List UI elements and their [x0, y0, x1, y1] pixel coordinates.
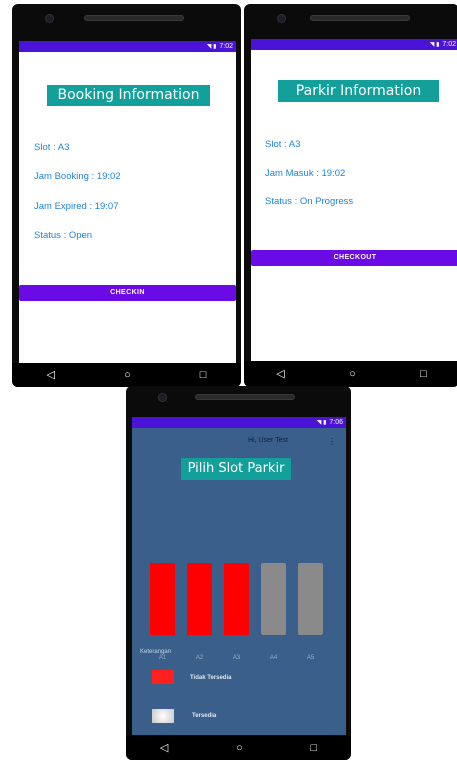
- legend-unavailable-swatch: [152, 670, 174, 684]
- nav-bar: ◁ ○ □: [244, 361, 457, 387]
- clock: 7:02: [442, 41, 456, 48]
- page-title: Booking Information: [47, 85, 210, 106]
- slot-label: A3: [232, 655, 241, 661]
- nav-bar: ◁ ○ □: [126, 736, 351, 760]
- slot-a5[interactable]: [298, 563, 323, 635]
- signal-battery-icon: ◥ ▮: [429, 42, 440, 48]
- overflow-menu-icon[interactable]: ⋮: [328, 437, 336, 446]
- earpiece-speaker: [310, 15, 410, 21]
- phone-slots: ◥ ▮ 7:06 Hi, User Test ⋮ Pilih Slot Parki…: [126, 386, 351, 760]
- screen-booking: ◥ ▮ 7:02 Booking Information Slot : A3 Ja…: [19, 41, 236, 363]
- earpiece-speaker: [195, 394, 295, 400]
- recents-icon[interactable]: □: [310, 742, 317, 754]
- checkin-button[interactable]: CHECKIN: [19, 285, 236, 301]
- status-text: Status : On Progress: [265, 196, 354, 207]
- page-title: Pilih Slot Parkir: [181, 458, 291, 480]
- signal-battery-icon: ◥ ▮: [316, 420, 327, 426]
- home-icon[interactable]: ○: [349, 368, 356, 380]
- status-bar: ◥ ▮ 7:02: [251, 39, 457, 50]
- back-icon[interactable]: ◁: [47, 369, 55, 381]
- slot-a4[interactable]: [261, 563, 286, 635]
- legend-title: Keterangan: [140, 649, 172, 655]
- legend-available-swatch: [152, 709, 174, 723]
- slot-label: A1: [158, 655, 167, 661]
- page-title: Parkir Information: [278, 80, 439, 102]
- jam-expired-text: Jam Expired : 19:07: [34, 201, 119, 212]
- slot-label: A5: [306, 655, 315, 661]
- slot-label: A4: [269, 655, 278, 661]
- home-icon[interactable]: ○: [124, 369, 131, 381]
- slot-text: Slot : A3: [34, 142, 70, 153]
- phone-parkir: ◥ ▮ 7:02 Parkir Information Slot : A3 Jam…: [244, 4, 457, 387]
- front-camera: [45, 14, 54, 23]
- recents-icon[interactable]: □: [200, 369, 207, 381]
- recents-icon[interactable]: □: [420, 368, 427, 380]
- legend-available-label: Tersedia: [192, 713, 217, 719]
- signal-battery-icon: ◥ ▮: [206, 44, 217, 50]
- status-bar: ◥ ▮ 7:02: [19, 41, 236, 52]
- greeting-text: Hi, User Test: [248, 437, 288, 444]
- back-icon[interactable]: ◁: [160, 742, 168, 754]
- jam-booking-text: Jam Booking : 19:02: [34, 171, 121, 182]
- front-camera: [158, 393, 167, 402]
- jam-masuk-text: Jam Masuk : 19:02: [265, 168, 346, 179]
- home-icon[interactable]: ○: [236, 742, 243, 754]
- slot-a3[interactable]: [224, 563, 249, 635]
- screen-parkir: ◥ ▮ 7:02 Parkir Information Slot : A3 Jam…: [251, 39, 457, 361]
- status-bar: ◥ ▮ 7:06: [132, 417, 346, 428]
- status-text: Status : Open: [34, 230, 93, 241]
- slot-label: A2: [195, 655, 204, 661]
- back-icon[interactable]: ◁: [276, 368, 284, 380]
- slot-text: Slot : A3: [265, 139, 301, 150]
- front-camera: [277, 14, 286, 23]
- slot-a1[interactable]: [150, 563, 175, 635]
- legend-unavailable-label: Tidak Tersedia: [190, 675, 232, 681]
- phone-booking: ◥ ▮ 7:02 Booking Information Slot : A3 Ja…: [12, 4, 241, 387]
- clock: 7:06: [329, 419, 343, 426]
- clock: 7:02: [219, 43, 233, 50]
- earpiece-speaker: [84, 15, 184, 21]
- nav-bar: ◁ ○ □: [12, 363, 241, 387]
- slot-a2[interactable]: [187, 563, 212, 635]
- checkout-button[interactable]: CHECKOUT: [251, 250, 457, 266]
- screen-slots: ◥ ▮ 7:06 Hi, User Test ⋮ Pilih Slot Parki…: [132, 417, 346, 735]
